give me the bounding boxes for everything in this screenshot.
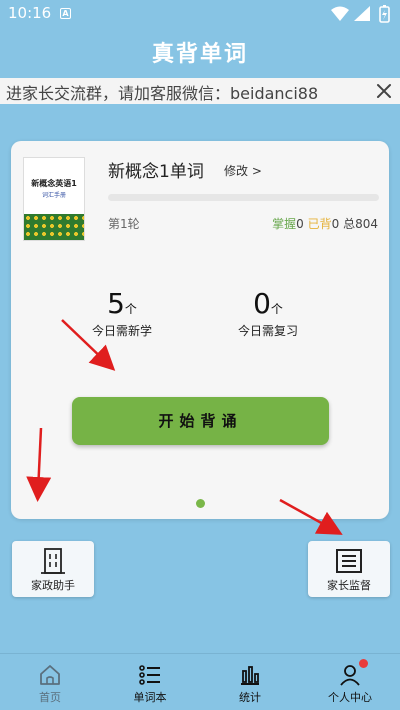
review-words-count: 0	[253, 287, 271, 320]
book-title: 新概念1单词	[108, 162, 204, 182]
list-icon	[139, 665, 160, 685]
notice-text: 进家长交流群，请加客服微信：beidanci88	[6, 84, 319, 103]
learned-count: 0	[331, 217, 340, 231]
cover-pattern	[24, 214, 84, 240]
review-words-unit: 个	[270, 302, 283, 316]
total-label: 总	[343, 217, 356, 231]
home-icon	[40, 665, 60, 685]
wifi-icon	[331, 6, 349, 21]
status-time: 10:16	[8, 4, 52, 22]
nav-stats[interactable]: 统计	[200, 654, 300, 710]
bottom-nav: 首页 单词本 统计 个人中心	[0, 653, 400, 710]
close-icon[interactable]	[374, 81, 394, 101]
nav-home-label: 首页	[39, 691, 61, 704]
person-icon	[340, 665, 360, 686]
household-assistant-button[interactable]: 家政助手	[12, 541, 94, 597]
household-assistant-label: 家政助手	[31, 579, 75, 592]
nav-wordbook[interactable]: 单词本	[100, 654, 200, 710]
nav-home[interactable]: 首页	[0, 654, 100, 710]
word-stats: 掌握0 已背0 总804	[272, 215, 378, 232]
nav-wordbook-label: 单词本	[133, 691, 167, 704]
new-words-count: 5	[107, 287, 125, 320]
mastered-label: 掌握	[272, 217, 297, 231]
app-title: 真背单词	[151, 42, 248, 67]
total-count: 804	[355, 217, 378, 231]
signal-icon	[354, 6, 370, 21]
learned-label: 已背	[307, 217, 332, 231]
building-icon	[41, 548, 65, 574]
battery-icon	[379, 5, 390, 23]
book-cover[interactable]: 新概念英语1 词汇手册	[23, 157, 85, 241]
round-label: 第1轮	[108, 217, 140, 231]
new-words-label: 今日需新学	[91, 324, 152, 338]
mastered-count: 0	[296, 217, 304, 231]
notice-banner: 进家长交流群，请加客服微信：beidanci88	[0, 78, 400, 104]
cover-title: 新概念英语1	[31, 179, 77, 188]
nav-profile-label: 个人中心	[328, 691, 372, 704]
nav-profile[interactable]: 个人中心	[300, 654, 400, 710]
parent-supervision-label: 家长监督	[327, 579, 371, 592]
review-words-metric: 0个 今日需复习	[203, 287, 333, 339]
edit-book-link[interactable]: 修改 >	[224, 162, 262, 179]
document-icon	[336, 549, 362, 573]
status-icons	[331, 5, 390, 23]
parent-supervision-button[interactable]: 家长监督	[308, 541, 390, 597]
notification-badge	[359, 659, 368, 668]
new-words-unit: 个	[124, 302, 137, 316]
start-reciting-button[interactable]: 开始背诵	[72, 397, 329, 445]
nav-stats-label: 统计	[239, 691, 261, 704]
page-indicator-dot	[196, 499, 205, 508]
bar-chart-icon	[241, 666, 259, 685]
book-progress-bar	[108, 194, 379, 201]
status-bar: 10:16 A	[0, 0, 400, 28]
review-words-label: 今日需复习	[237, 324, 298, 338]
new-words-metric: 5个 今日需新学	[57, 287, 187, 339]
book-card: 新概念英语1 词汇手册 新概念1单词 修改 > 第1轮 掌握0 已背0 总804…	[11, 141, 389, 519]
notification-a-icon: A	[60, 8, 71, 19]
cover-subtitle: 词汇手册	[41, 192, 66, 199]
